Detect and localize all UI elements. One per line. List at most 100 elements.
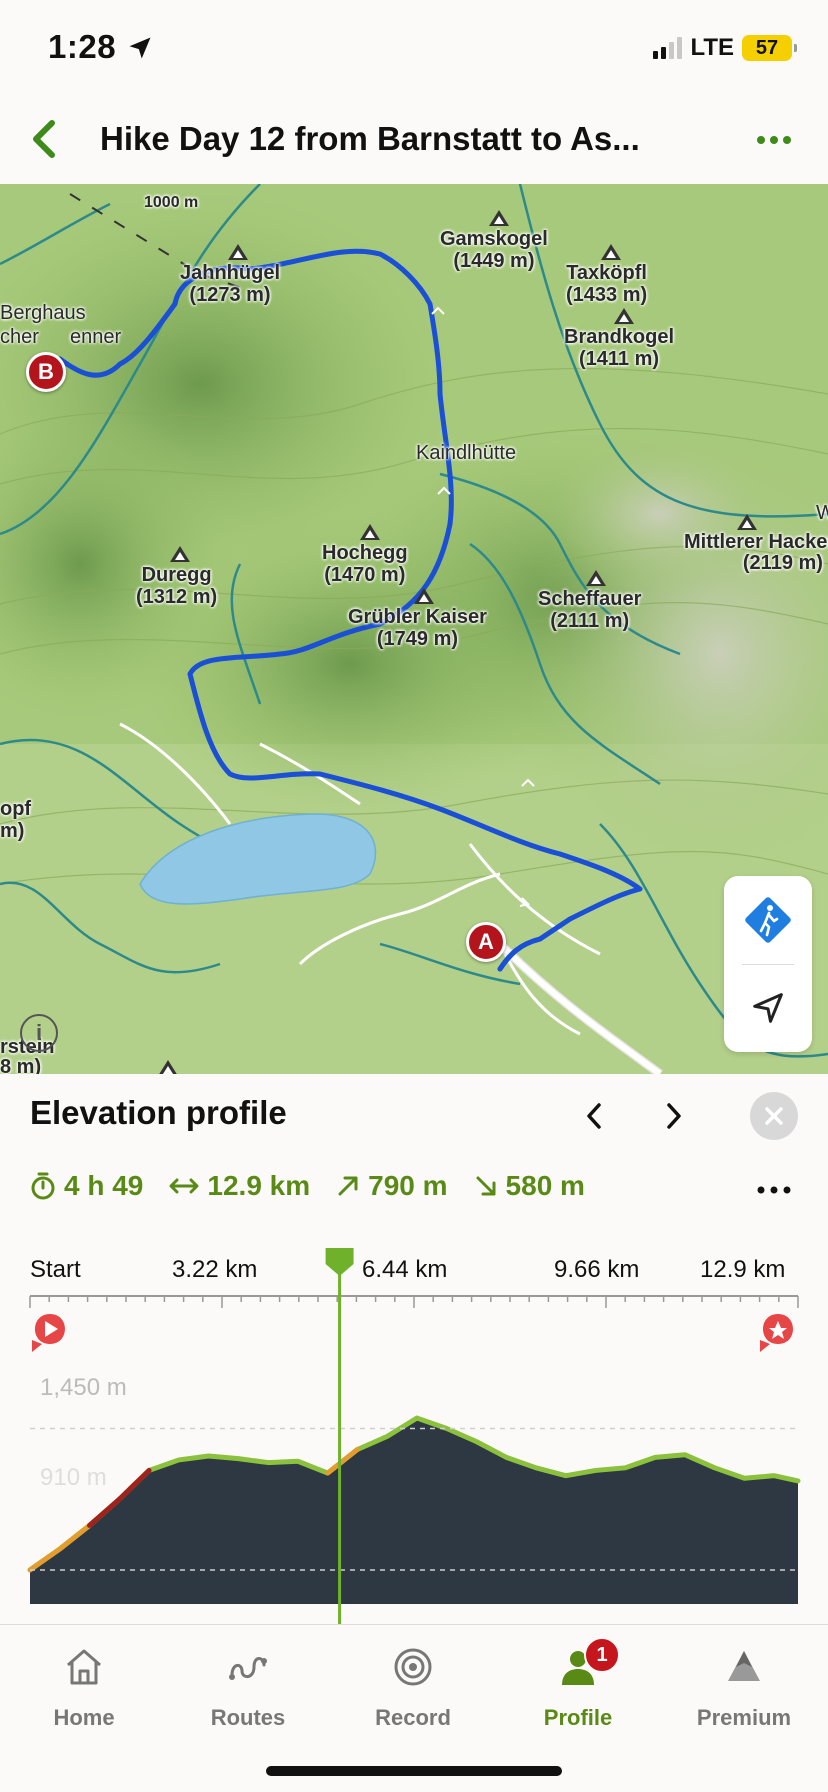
route-stats: 4 h 49 12.9 km 790 m 580 m: [30, 1170, 585, 1202]
peak-icon: [586, 570, 606, 586]
peak-label: Scheffauer (2111 m): [538, 588, 642, 632]
home-icon: [60, 1643, 108, 1691]
status-bar: 1:28 LTE 57: [0, 0, 828, 96]
duration-value: 4 h 49: [64, 1170, 144, 1201]
status-time: 1:28: [48, 28, 117, 65]
battery-icon: 57: [742, 35, 797, 61]
peak-icon: [414, 588, 434, 604]
x-tick-label: 9.66 km: [554, 1256, 640, 1283]
peak-icon: [614, 308, 634, 324]
edge-label: W: [816, 502, 828, 524]
edge-label: m): [0, 820, 25, 842]
position-cursor-handle: [325, 1248, 354, 1276]
network-type: LTE: [690, 34, 734, 61]
edge-label: 8 m): [0, 1056, 42, 1074]
tab-home[interactable]: Home: [14, 1643, 154, 1743]
peak-label: Brandkogel (1411 m): [564, 326, 675, 370]
start-flag-icon: [32, 1314, 65, 1352]
tab-routes[interactable]: Routes: [178, 1643, 318, 1743]
stats-more-button[interactable]: [752, 1170, 796, 1210]
distance-stat: 12.9 km: [169, 1170, 310, 1202]
edge-label: enner: [70, 326, 122, 348]
more-horizontal-icon: [757, 1186, 791, 1194]
hiker-icon: [745, 897, 791, 943]
elevation-panel: Elevation profile 4 h 49 12.9 km 790 m 5…: [0, 1074, 828, 1630]
close-button[interactable]: [750, 1092, 798, 1140]
finish-flag-icon: [760, 1314, 793, 1352]
peak-label: Grübler Kaiser (1749 m): [348, 606, 487, 650]
y-gridline-label: 910 m: [40, 1464, 107, 1491]
stopwatch-icon: [31, 1172, 55, 1200]
route-end-marker[interactable]: B: [26, 352, 66, 392]
premium-mountain-icon: [720, 1643, 768, 1691]
descent-value: 580 m: [505, 1170, 585, 1201]
tab-label: Record: [375, 1705, 451, 1730]
close-icon: [765, 1107, 783, 1125]
chevron-right-icon: [667, 1103, 681, 1129]
edge-label: Berghaus: [0, 302, 86, 324]
peak-label: Hochegg (1470 m): [322, 542, 408, 586]
chevron-left-icon: [33, 120, 55, 158]
tab-profile[interactable]: 1 Profile: [508, 1637, 648, 1743]
signal-icon: [653, 37, 683, 59]
peak-label: Gamskogel (1449 m): [440, 228, 548, 272]
x-tick-label: 6.44 km: [362, 1256, 448, 1283]
peak-icon: [737, 514, 757, 530]
info-icon[interactable]: i: [20, 1014, 58, 1052]
peak-label: Duregg (1312 m): [136, 564, 218, 608]
battery-level: 57: [755, 36, 779, 59]
previous-button[interactable]: [574, 1096, 614, 1136]
tab-label: Profile: [543, 1705, 613, 1730]
edge-label: opf: [0, 798, 32, 820]
tab-label: Premium: [696, 1705, 792, 1730]
x-tick-label: 12.9 km: [700, 1256, 786, 1283]
home-indicator: [266, 1766, 562, 1776]
tab-premium[interactable]: Premium: [674, 1643, 814, 1743]
elevation-chart[interactable]: [0, 1248, 828, 1630]
horizontal-arrows-icon: [169, 1178, 199, 1194]
peak-icon: [360, 524, 380, 540]
map-controls: [724, 876, 812, 1052]
scale-label: 1000 m: [144, 194, 199, 211]
route-icon: [224, 1643, 272, 1691]
activity-mode-button[interactable]: [724, 876, 812, 964]
peak-icon: [601, 244, 621, 260]
notification-badge: 1: [584, 1637, 620, 1673]
peak-label: Mittlerer Hackenkopf(2119 m): [684, 531, 828, 574]
peak-label: Taxköpfl (1433 m): [566, 262, 648, 306]
peak-label: Jahnhügel (1273 m): [180, 262, 281, 306]
peak-icon: [489, 210, 509, 226]
tab-label: Home: [53, 1705, 115, 1730]
descent-stat: 580 m: [474, 1170, 585, 1202]
tab-record[interactable]: Record: [343, 1643, 483, 1743]
more-options-button[interactable]: [748, 118, 800, 162]
header: Hike Day 12 from Barnstatt to As...: [0, 96, 828, 184]
arrow-down-right-icon: [476, 1176, 496, 1196]
elevation-area: [30, 1418, 798, 1604]
back-button[interactable]: [20, 114, 70, 164]
chevron-left-icon: [587, 1103, 601, 1129]
peak-icon: [228, 244, 248, 260]
duration-stat: 4 h 49: [30, 1170, 143, 1202]
distance-value: 12.9 km: [207, 1170, 311, 1201]
x-tick-label: 3.22 km: [172, 1256, 258, 1283]
locate-me-button[interactable]: [724, 964, 812, 1052]
elevation-title: Elevation profile: [30, 1094, 287, 1131]
ascent-stat: 790 m: [336, 1170, 448, 1202]
location-arrow-icon: [129, 37, 151, 59]
peak-icon: [158, 1060, 178, 1074]
tab-label: Routes: [210, 1705, 286, 1730]
record-icon: [389, 1643, 437, 1691]
edge-label: cher: [0, 326, 39, 348]
page-title: Hike Day 12 from Barnstatt to As...: [100, 120, 640, 157]
route-start-marker[interactable]: A: [466, 922, 506, 962]
peak-icon: [170, 546, 190, 562]
status-indicators: LTE 57: [653, 34, 797, 62]
hut-label: Kaindlhütte: [416, 442, 517, 464]
more-horizontal-icon: [757, 136, 791, 144]
x-tick-label: Start: [30, 1256, 81, 1283]
next-button[interactable]: [654, 1096, 694, 1136]
ascent-value: 790 m: [368, 1170, 448, 1201]
arrow-up-right-icon: [338, 1176, 358, 1196]
route-map[interactable]: 1000 m Gamskogel (1449 m) Taxköpfl (1433 m…: [0, 184, 828, 1074]
